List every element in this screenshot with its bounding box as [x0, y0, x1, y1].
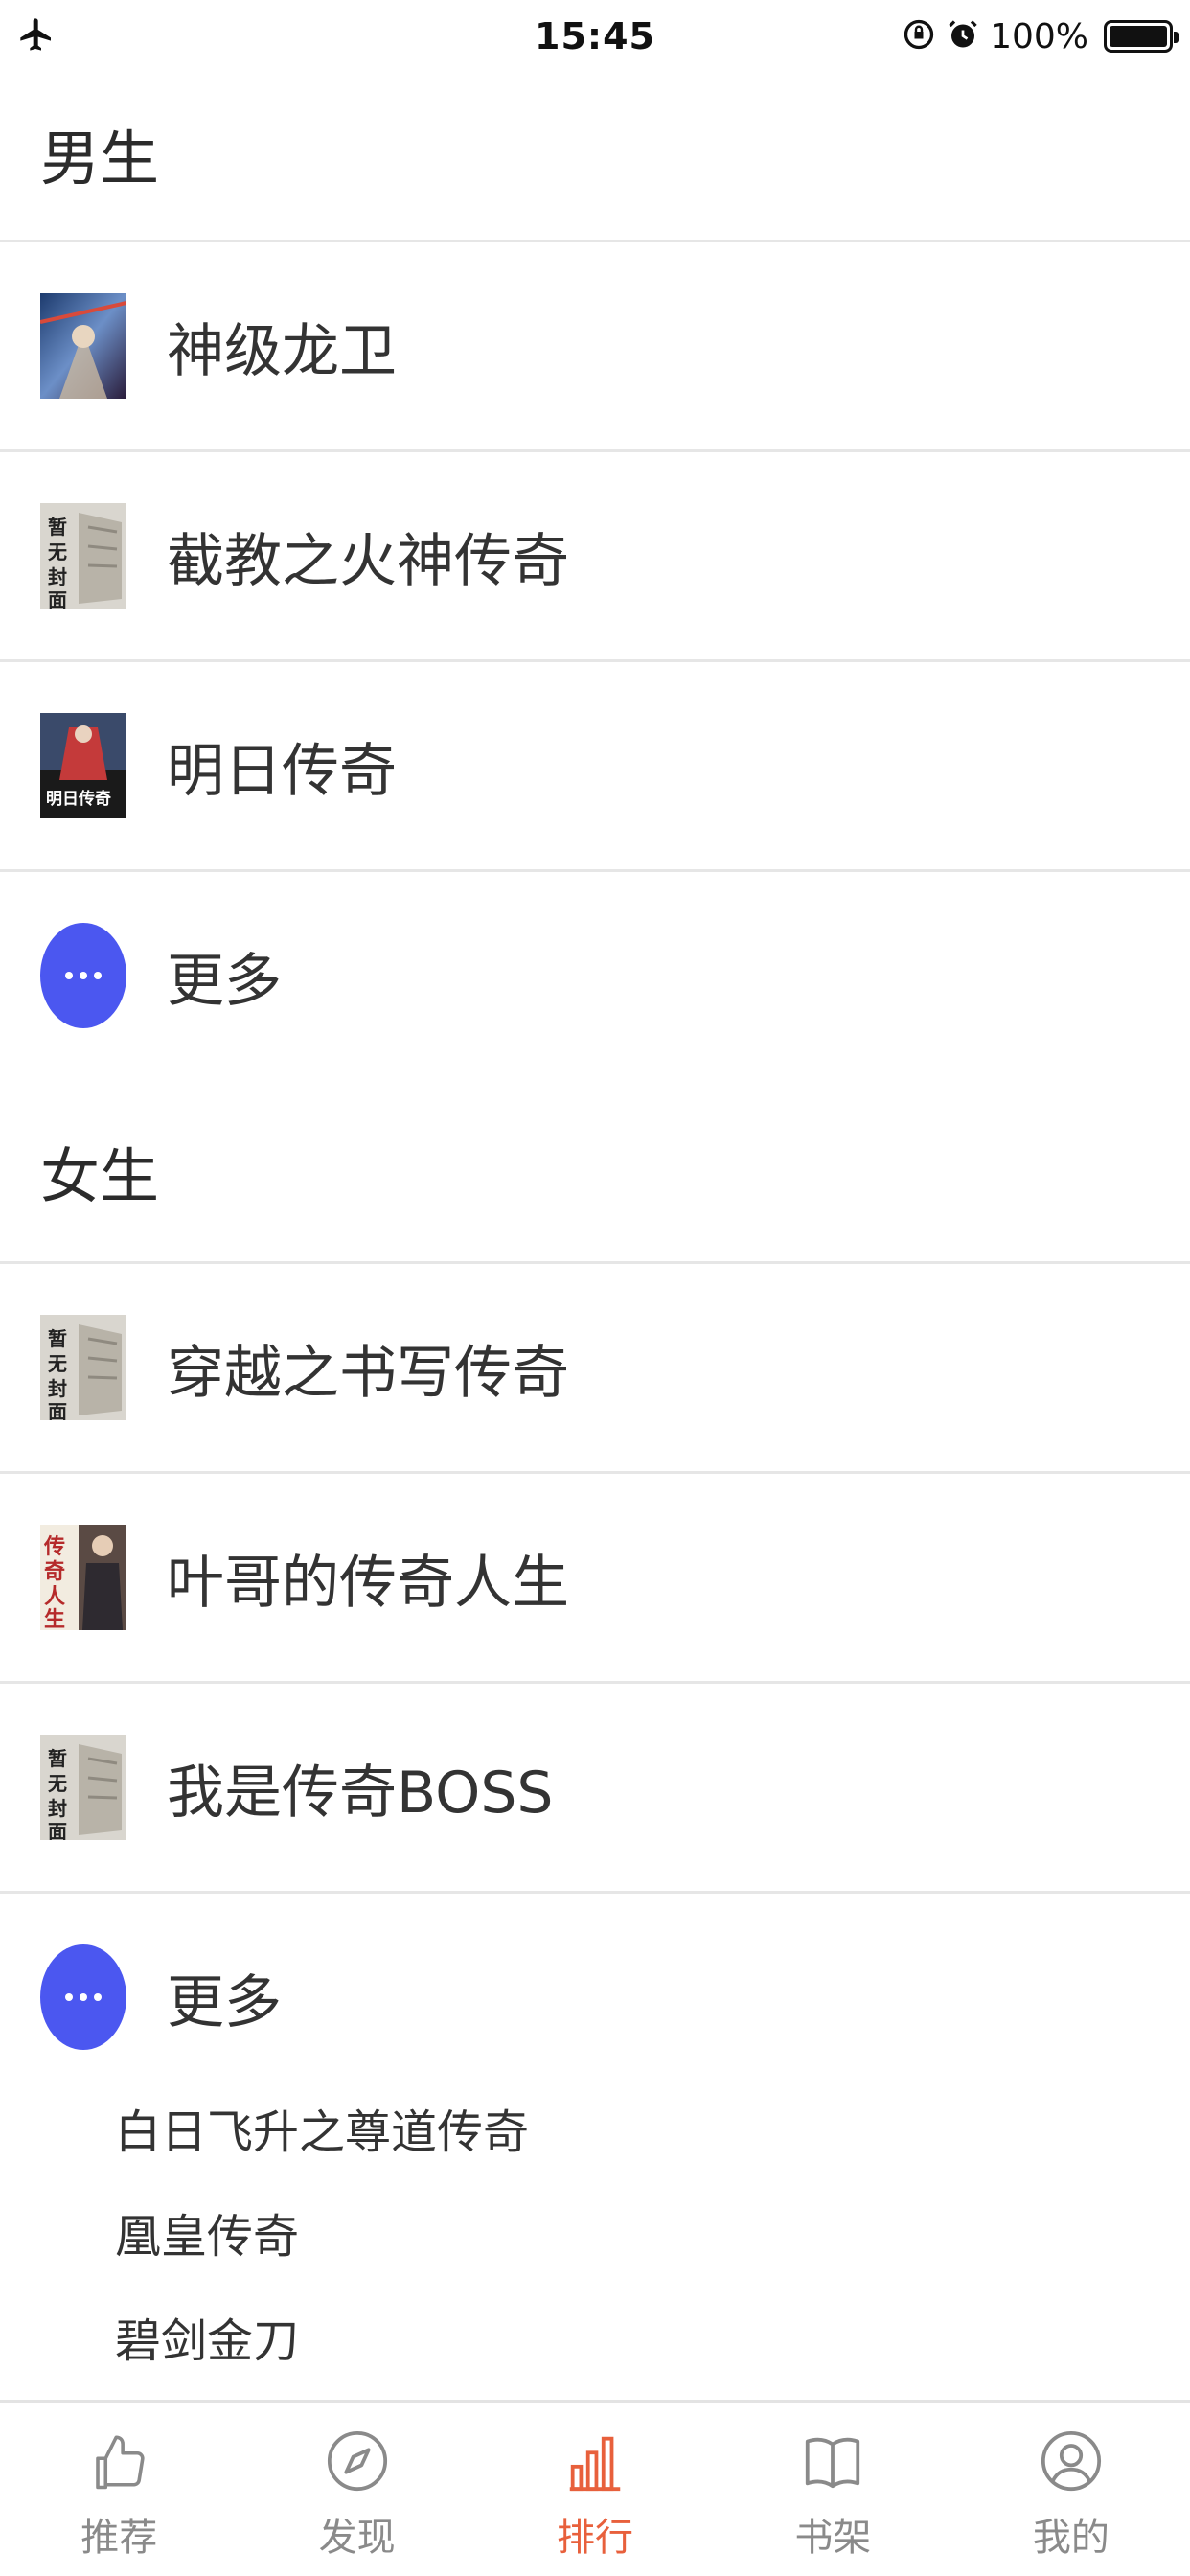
book-title: 截教之火神传奇 — [167, 527, 569, 595]
tab-label: 我的 — [1032, 2516, 1110, 2560]
svg-text:无: 无 — [48, 540, 67, 564]
book-title: 神级龙卫 — [167, 317, 397, 385]
status-right: 100% — [885, 16, 1179, 57]
rotation-lock-icon — [902, 17, 936, 56]
svg-text:生: 生 — [44, 1607, 65, 1630]
book-title: 我是传奇BOSS — [167, 1759, 554, 1827]
svg-text:无: 无 — [48, 1772, 67, 1795]
no-cover-image: 暂 无 封 面 — [40, 1315, 126, 1420]
svg-text:暂: 暂 — [48, 516, 67, 539]
tab-discover[interactable]: 发现 — [238, 2403, 475, 2576]
svg-text:传: 传 — [43, 1534, 65, 1559]
book-title: 叶哥的传奇人生 — [167, 1549, 569, 1617]
svg-text:面: 面 — [48, 1400, 67, 1420]
book-cover-image: 传 奇 人 生 — [40, 1525, 126, 1630]
no-cover-image: 暂 无 封 面 — [40, 503, 126, 609]
book-cover-image: 明日传奇 — [40, 713, 126, 818]
more-link[interactable]: 白日飞升之尊道传奇 — [115, 2094, 529, 2161]
thumbs-up-icon — [84, 2422, 153, 2500]
battery-icon — [1104, 20, 1179, 53]
tab-label: 排行 — [557, 2516, 634, 2560]
no-cover-image: 暂 无 封 面 — [40, 1735, 126, 1840]
more-link[interactable]: 凰皇传奇 — [115, 2198, 299, 2266]
svg-text:封: 封 — [48, 1377, 67, 1400]
more-icon — [40, 1944, 126, 2050]
list-item[interactable]: 暂 无 封 面 穿越之书写传奇 — [0, 1264, 1190, 1471]
tab-label: 发现 — [318, 2516, 396, 2560]
bar-chart-icon — [561, 2422, 629, 2500]
svg-text:奇: 奇 — [44, 1559, 65, 1584]
section-header-male: 男生 — [40, 124, 160, 194]
status-bar: 15:45 100% — [0, 0, 1190, 73]
tab-label: 书架 — [794, 2516, 872, 2560]
list-item[interactable]: 暂 无 封 面 我是传奇BOSS — [0, 1684, 1190, 1891]
ranking-page: 15:45 100% 男生 神级龙卫 暂 无 封 面 截教之火神传奇 明日传奇 … — [0, 0, 1190, 2576]
svg-text:暂: 暂 — [48, 1327, 67, 1350]
svg-text:面: 面 — [48, 588, 67, 609]
svg-text:无: 无 — [48, 1352, 67, 1375]
user-icon — [1037, 2422, 1106, 2500]
tab-ranking[interactable]: 排行 — [476, 2403, 714, 2576]
book-title: 穿越之书写传奇 — [167, 1339, 569, 1407]
list-item[interactable]: 暂 无 封 面 截教之火神传奇 — [0, 452, 1190, 659]
more-label: 更多 — [167, 947, 282, 1015]
alarm-icon — [946, 17, 980, 56]
list-item[interactable]: 明日传奇 明日传奇 — [0, 662, 1190, 869]
more-icon — [40, 923, 126, 1028]
more-label: 更多 — [167, 1968, 282, 2036]
book-title: 明日传奇 — [167, 737, 397, 805]
svg-text:封: 封 — [48, 1797, 67, 1820]
svg-text:明日传奇: 明日传奇 — [46, 789, 111, 809]
book-cover-image — [40, 293, 126, 399]
tab-bookshelf[interactable]: 书架 — [714, 2403, 951, 2576]
status-left — [17, 15, 305, 58]
list-item[interactable]: 传 奇 人 生 叶哥的传奇人生 — [0, 1474, 1190, 1681]
tab-profile[interactable]: 我的 — [952, 2403, 1190, 2576]
more-link[interactable]: 碧剑金刀 — [115, 2303, 299, 2370]
airplane-icon — [17, 15, 56, 58]
svg-text:面: 面 — [48, 1820, 67, 1840]
svg-text:封: 封 — [48, 565, 67, 588]
more-row-female[interactable]: 更多 — [0, 1894, 1190, 2101]
tab-recommend[interactable]: 推荐 — [0, 2403, 238, 2576]
tab-label: 推荐 — [80, 2516, 158, 2560]
section-header-female: 女生 — [40, 1141, 160, 1211]
battery-percent: 100% — [990, 16, 1088, 57]
svg-text:暂: 暂 — [48, 1747, 67, 1770]
compass-icon — [323, 2422, 392, 2500]
status-time: 15:45 — [535, 15, 655, 58]
svg-text:人: 人 — [44, 1584, 65, 1609]
tab-bar: 推荐 发现 排行 书架 我的 — [0, 2400, 1190, 2576]
book-icon — [798, 2422, 867, 2500]
more-row-male[interactable]: 更多 — [0, 872, 1190, 1079]
list-item[interactable]: 神级龙卫 — [0, 242, 1190, 449]
